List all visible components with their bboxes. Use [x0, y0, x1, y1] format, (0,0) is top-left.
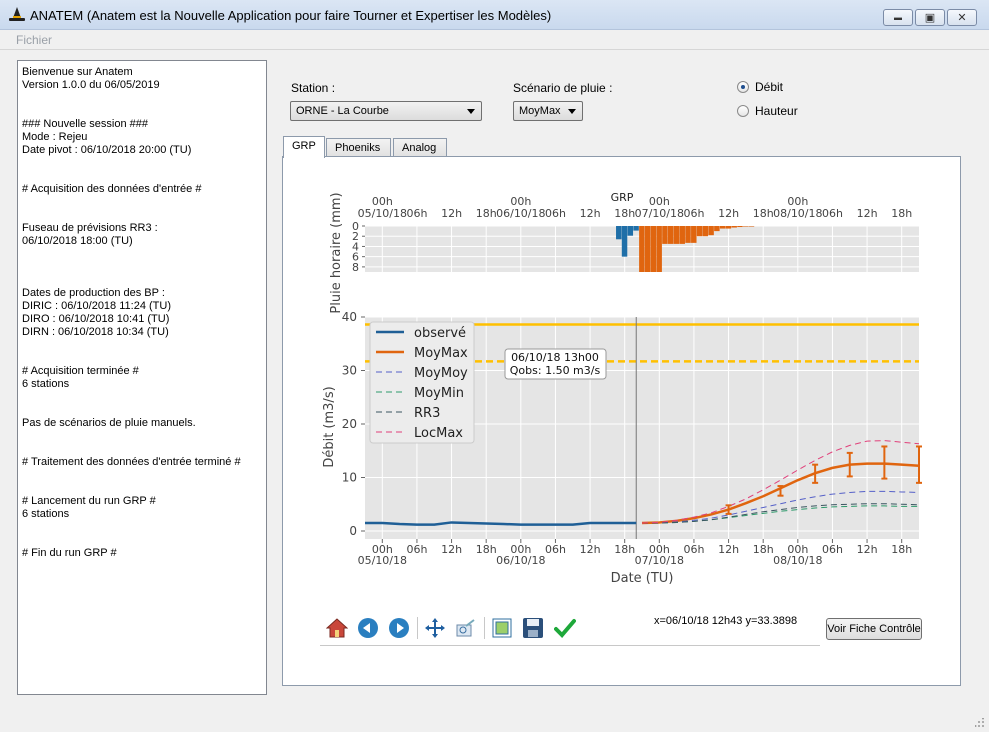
log-line: Pas de scénarios de pluie manuels.	[22, 417, 196, 429]
minimize-button[interactable]: ▬	[883, 9, 913, 26]
toolbar-separator	[417, 617, 418, 639]
tab-grp[interactable]: GRP	[283, 136, 325, 158]
radio-hauteur-label: Hauteur	[755, 104, 798, 118]
radio-hauteur[interactable]: Hauteur	[737, 104, 798, 118]
menu-fichier[interactable]: Fichier	[16, 33, 52, 47]
back-icon[interactable]	[356, 616, 380, 640]
toolbar-separator	[484, 617, 485, 639]
zoom-icon[interactable]	[454, 616, 478, 640]
log-line: DIRO : 06/10/2018 10:41 (TU)	[22, 313, 170, 325]
maximize-icon: ▣	[924, 12, 936, 24]
tab-content-grp	[282, 156, 961, 686]
log-line: 6 stations	[22, 508, 70, 520]
scenario-label: Scénario de pluie :	[513, 81, 613, 95]
radio-debit-label: Débit	[755, 80, 784, 94]
log-line: # Acquisition des données d'entrée #	[22, 183, 202, 195]
log-line: # Fin du run GRP #	[22, 547, 117, 559]
menu-bar: Fichier	[0, 30, 989, 50]
log-line: Date pivot : 06/10/2018 20:00 (TU)	[22, 144, 192, 156]
pan-icon[interactable]	[423, 616, 447, 640]
chevron-down-icon	[568, 109, 576, 114]
save-icon[interactable]	[521, 616, 545, 640]
radio-debit-indicator[interactable]	[737, 81, 749, 93]
log-line: 06/10/2018 18:00 (TU)	[22, 235, 133, 247]
voir-fiche-controle-button[interactable]: Voir Fiche Contrôle	[826, 618, 922, 640]
resize-grip-icon[interactable]	[975, 718, 985, 728]
window-title: ANATEM (Anatem est la Nouvelle Applicati…	[30, 8, 552, 23]
validate-icon[interactable]	[553, 616, 577, 640]
subplots-icon[interactable]	[490, 616, 514, 640]
log-line: Version 1.0.0 du 06/05/2019	[22, 79, 160, 91]
log-line: Mode : Rejeu	[22, 131, 88, 143]
cursor-coordinates: x=06/10/18 12h43 y=33.3898	[654, 615, 798, 627]
minimize-icon: ▬	[894, 13, 902, 22]
tab-analog[interactable]: Analog	[393, 138, 447, 157]
close-icon: ✕	[957, 12, 967, 24]
log-line: # Acquisition terminée #	[22, 365, 139, 377]
log-line: 6 stations	[22, 378, 70, 390]
radio-hauteur-indicator[interactable]	[737, 105, 749, 117]
chevron-down-icon	[467, 109, 475, 114]
radio-debit[interactable]: Débit	[737, 80, 783, 94]
log-line: DIRN : 06/10/2018 10:34 (TU)	[22, 326, 169, 338]
tab-phoeniks[interactable]: Phoeniks	[326, 138, 391, 157]
log-panel[interactable]: Bienvenue sur Anatem Version 1.0.0 du 06/…	[17, 60, 267, 695]
log-line: ### Nouvelle session ###	[22, 118, 148, 130]
scenario-select[interactable]: MoyMax	[513, 101, 583, 121]
close-button[interactable]: ✕	[947, 9, 977, 26]
home-icon[interactable]	[325, 616, 349, 640]
title-bar: ANATEM (Anatem est la Nouvelle Applicati…	[0, 0, 989, 30]
log-line: # Lancement du run GRP #	[22, 495, 156, 507]
scenario-value: MoyMax	[519, 105, 561, 117]
log-line: # Traitement des données d'entrée termin…	[22, 456, 241, 468]
station-label: Station :	[291, 81, 336, 95]
witch-hat-icon	[8, 6, 26, 27]
log-line: Fuseau de prévisions RR3 :	[22, 222, 158, 234]
station-value: ORNE - La Courbe	[296, 105, 389, 117]
maximize-button[interactable]: ▣	[915, 9, 945, 26]
log-line: Bienvenue sur Anatem	[22, 66, 133, 78]
station-select[interactable]: ORNE - La Courbe	[290, 101, 482, 121]
log-line: DIRIC : 06/10/2018 11:24 (TU)	[22, 300, 171, 312]
forward-icon[interactable]	[387, 616, 411, 640]
log-line: Dates de production des BP :	[22, 287, 165, 299]
